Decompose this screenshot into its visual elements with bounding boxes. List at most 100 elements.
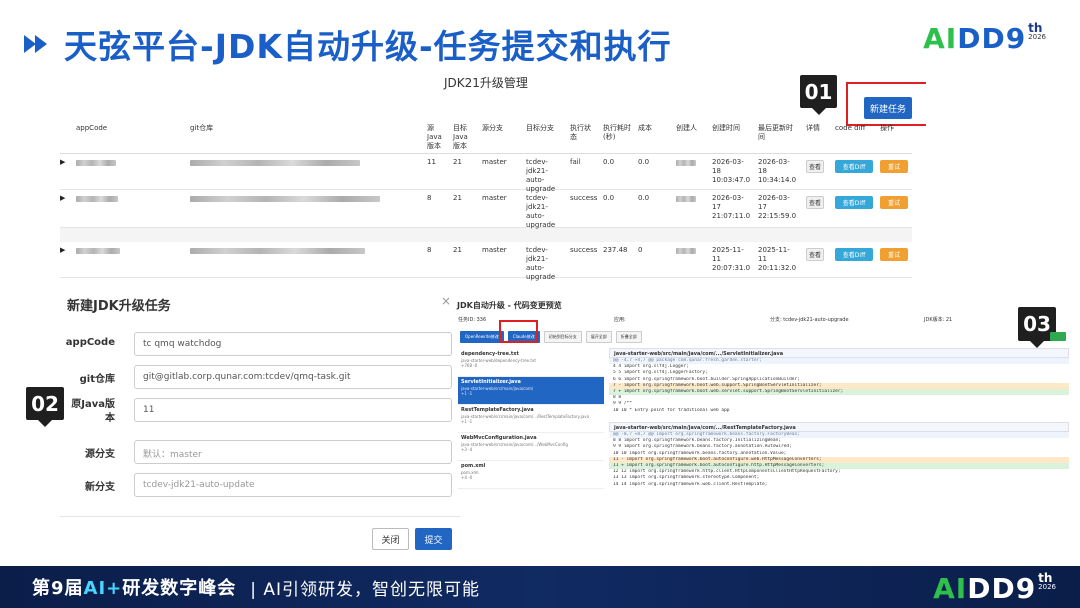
file-item[interactable]: pom.xml pom.xml +4 -0 [458,461,604,489]
expand-caret-icon[interactable]: ▶ [60,194,65,203]
file-item[interactable]: WebMvcConfiguration.java java-starter-we… [458,433,604,461]
status: success [570,246,598,254]
preview-jdk: JDK版本: 21 [924,317,953,323]
slide-heading: 天弦平台-JDK自动升级-任务提交和执行 [64,27,672,66]
src-branch: master [482,246,507,254]
appcode-input[interactable]: tc qmq watchdog [134,332,452,356]
highlight-box-claude [499,320,538,343]
view-diff-button[interactable]: 查看Diff [835,196,873,209]
tab-initial-to-target[interactable]: 初始到目标分支 [543,331,582,343]
table-row[interactable]: ▶ 8 21 master tcdev-jdk21-auto-upgrade s… [60,242,912,281]
java-version-label: 原Java版本 [71,399,115,424]
table-header: appCode git仓库 源 Java 版本 目标 Java 版本 源分支 目… [60,120,912,154]
view-button[interactable]: 查看 [806,196,824,209]
view-diff-button[interactable]: 查看Diff [835,160,873,173]
form-row-java: 原Java版本 11 [60,398,460,424]
col-status: 执行状 态 [570,124,591,141]
git-label: git仓库 [79,374,115,385]
col-git: git仓库 [190,124,214,132]
tgt-java: 21 [453,158,462,166]
diff-block-resttemplate: java-starter-web/src/main/java/com/.../R… [609,422,1069,488]
src-java: 8 [427,246,432,254]
modal-title: 新建JDK升级任务 [67,299,171,314]
footer-band: 第9届AI+研发数字峰会 | AI引领研发，智创无限可能 AIDD9 th 20… [0,566,1080,608]
file-item[interactable]: ServletInitializer.java java-starter-web… [458,377,604,405]
play-arrows-icon [24,30,52,58]
git-input[interactable]: git@gitlab.corp.qunar.com:tcdev/qmq-task… [134,365,452,389]
step-badge-01: 01 [800,75,837,115]
src-branch-label: 源分支 [85,449,115,460]
file-item[interactable]: dependency-tree.txt java-starter-web/dep… [458,349,604,377]
col-tgt-java: 目标 Java 版本 [453,124,468,150]
table-gap [60,228,912,242]
logo-dd: DD [957,22,1006,55]
close-button[interactable]: 关闭 [372,528,409,550]
task-table: appCode git仓库 源 Java 版本 目标 Java 版本 源分支 目… [60,120,912,281]
new-task-button[interactable]: 新建任务 [864,97,912,119]
logo-year: 2026 [1028,33,1046,41]
created-time: 2026-03-18 10:03:47.0 [712,158,751,184]
duration: 0.0 [603,194,615,202]
preview-tabs: OpenRewrite修改 Claude修改 初始到目标分支 展开全部 折叠全部 [460,331,642,343]
tgt-java: 21 [453,194,462,202]
form-row-git: git仓库 git@gitlab.corp.qunar.com:tcdev/qm… [60,365,460,389]
modal-divider [60,516,460,517]
close-icon[interactable]: × [441,294,451,308]
retry-button[interactable]: 重试 [880,248,908,261]
slide-title: 天弦平台-JDK自动升级-任务提交和执行 [24,20,672,68]
tab-openrewrite[interactable]: OpenRewrite修改 [460,331,504,343]
retry-button[interactable]: 重试 [880,160,908,173]
view-button[interactable]: 查看 [806,160,824,173]
appcode-label: appCode [65,337,115,348]
diff-file-header: java-starter-web/src/main/java/com/.../S… [609,348,1069,358]
event-slogan: | AI引领研发，智创无限可能 [250,579,481,600]
new-branch-label: 新分支 [85,482,115,493]
col-creator: 创建人 [676,124,697,132]
expand-caret-icon[interactable]: ▶ [60,158,65,167]
apply-button[interactable] [1050,332,1066,341]
diff-block-servlet: java-starter-web/src/main/java/com/.../S… [609,348,1069,414]
col-diff: code diff [835,124,866,132]
expand-caret-icon[interactable]: ▶ [60,246,65,255]
view-button[interactable]: 查看 [806,248,824,261]
duration: 0.0 [603,158,615,166]
new-branch-input[interactable]: tcdev-jdk21-auto-update [134,473,452,497]
logo-num: 9 [1005,22,1027,55]
status: fail [570,158,581,166]
aidd-logo-footer: AIDD9 th 2026 [933,571,1056,605]
created-time: 2026-03-17 21:07:11.0 [712,194,751,220]
col-cost: 成本 [638,124,652,132]
updated-time: 2026-03-17 22:15:59.0 [758,194,797,220]
logo-ai: AI [923,22,958,55]
form-row-appcode: appCode tc qmq watchdog [60,332,460,356]
col-detail: 详情 [806,124,820,132]
java-version-input[interactable]: 11 [134,398,452,422]
status: success [570,194,598,202]
col-src-branch: 源分支 [482,124,503,132]
updated-time: 2025-11-11 20:11:32.0 [758,246,797,272]
collapse-all-button[interactable]: 折叠全部 [615,331,642,343]
expand-all-button[interactable]: 展开全部 [585,331,612,343]
col-appcode: appCode [76,124,108,132]
step-badge-02: 02 [26,387,64,427]
preview-branch: 分支: tcdev-jdk21-auto-upgrade [770,317,849,323]
col-created: 创建时间 [712,124,740,132]
col-updated: 最后更新时 间 [758,124,793,141]
updated-time: 2026-03-18 10:34:14.0 [758,158,797,184]
preview-task-id: 任务ID: 336 [458,317,487,323]
col-src-java: 源 Java 版本 [427,124,442,150]
table-row[interactable]: ▶ 11 21 master tcdev-jdk21-auto-upgrade … [60,154,912,193]
preview-title: JDK自动升级 - 代码变更预览 [457,301,562,310]
src-branch-input[interactable]: 默认：master [134,440,452,464]
src-java: 8 [427,194,432,202]
col-duration: 执行耗时 (秒) [603,124,631,141]
cost: 0.0 [638,194,650,202]
file-item[interactable]: RestTemplateFactory.java java-starter-we… [458,405,604,433]
duration: 237.48 [603,246,628,254]
retry-button[interactable]: 重试 [880,196,908,209]
col-op: 操作 [880,124,894,132]
tgt-branch: tcdev-jdk21-auto-upgrade [526,194,556,229]
view-diff-button[interactable]: 查看Diff [835,248,873,261]
table-row[interactable]: ▶ 8 21 master tcdev-jdk21-auto-upgrade s… [60,190,912,229]
submit-button[interactable]: 提交 [415,528,452,550]
